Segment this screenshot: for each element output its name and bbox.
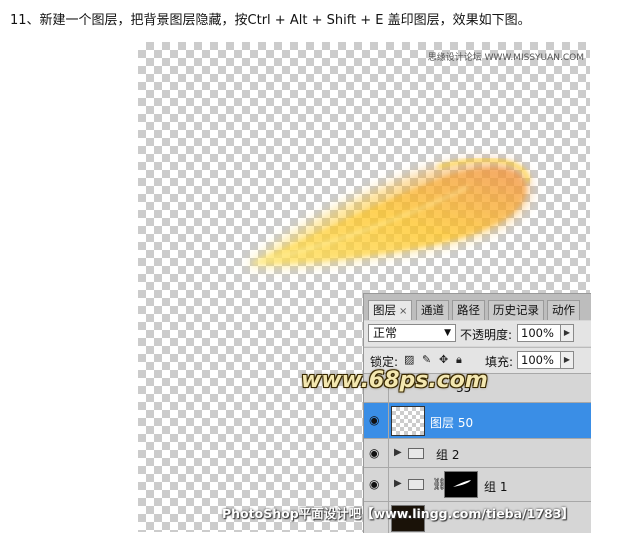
folder-icon (408, 479, 424, 490)
instruction-text: 11、新建一个图层，把背景图层隐藏，按Ctrl + Alt + Shift + … (10, 13, 531, 28)
layers-panel: 图层 × 通道 路径 历史记录 动作 正常 ▼ 不透明度: 100% ▶ 锁定: … (363, 293, 591, 533)
tab-history[interactable]: 历史记录 (488, 300, 544, 320)
blend-row: 正常 ▼ 不透明度: 100% ▶ (364, 321, 591, 346)
opacity-label: 不透明度: (460, 328, 513, 342)
tab-actions-label: 动作 (552, 303, 575, 317)
visibility-cell[interactable]: ◉ (364, 403, 389, 439)
layer-name: 组 1 (484, 480, 508, 494)
visibility-cell[interactable]: ◉ (364, 468, 389, 502)
opacity-arrow-button[interactable]: ▶ (560, 324, 574, 342)
eye-icon[interactable]: ◉ (369, 477, 379, 491)
blend-mode-select[interactable]: 正常 ▼ (368, 324, 456, 342)
overlay-logo: www.68ps.com (301, 368, 488, 393)
lock-icon[interactable]: 🔒︎ (456, 353, 462, 367)
lock-transparent-icon[interactable]: ▨ (404, 353, 414, 366)
panel-tabs: 图层 × 通道 路径 历史记录 动作 (364, 294, 591, 320)
tab-channels-label: 通道 (421, 303, 444, 317)
bottom-watermark: PhotoShop平面设计吧【www.lingg.com/tieba/1783】 (222, 506, 574, 521)
layer-row-50[interactable]: ◉ 图层 50 (364, 402, 591, 439)
tab-paths[interactable]: 路径 (452, 300, 485, 320)
tab-channels[interactable]: 通道 (416, 300, 449, 320)
brush-icon[interactable]: ✎ (422, 353, 431, 366)
layer-row-group-1[interactable]: ◉ ▶ ⛓ 组 1 (364, 467, 591, 502)
tab-history-label: 历史记录 (493, 303, 539, 317)
eye-icon[interactable]: ◉ (369, 413, 379, 427)
opacity-input[interactable]: 100% (517, 324, 561, 342)
expand-triangle-icon[interactable]: ▶ (394, 447, 402, 458)
fill-label: 填充: (485, 355, 514, 369)
layer-name: 组 2 (436, 448, 460, 462)
tab-layers[interactable]: 图层 × (368, 300, 413, 320)
tab-actions[interactable]: 动作 (547, 300, 580, 320)
fill-input[interactable]: 100% (517, 351, 561, 369)
close-icon[interactable]: × (399, 306, 407, 317)
layer-name: 图层 50 (430, 416, 474, 430)
fill-arrow-button[interactable]: ▶ (560, 351, 574, 369)
tab-layers-label: 图层 (373, 303, 396, 317)
folder-icon (408, 448, 424, 459)
move-icon[interactable]: ✥ (439, 353, 448, 366)
blend-mode-value: 正常 (373, 326, 398, 340)
feather-mask-shape (453, 480, 471, 487)
expand-triangle-icon[interactable]: ▶ (394, 478, 402, 489)
layer-thumbnail (391, 406, 425, 436)
chevron-down-icon: ▼ (444, 328, 451, 338)
visibility-cell[interactable]: ◉ (364, 439, 389, 468)
mask-thumbnail[interactable] (444, 471, 478, 498)
layer-row-group-2[interactable]: ◉ ▶ 组 2 (364, 438, 591, 468)
eye-icon[interactable]: ◉ (369, 446, 379, 460)
tab-paths-label: 路径 (457, 303, 480, 317)
